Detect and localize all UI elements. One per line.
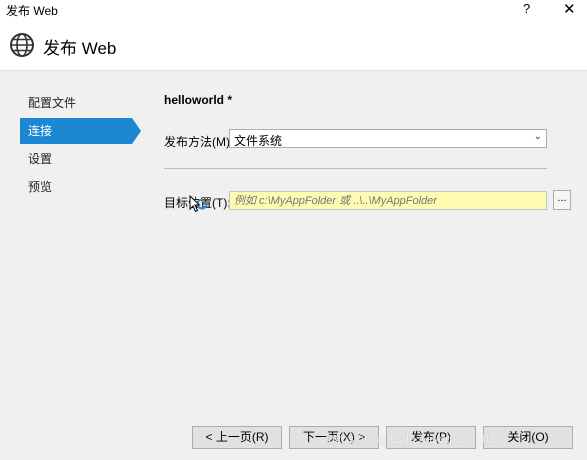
globe-icon [9, 32, 35, 61]
nav-item-profile[interactable]: 配置文件 [20, 90, 132, 116]
next-button[interactable]: 下一页(X) > [289, 426, 379, 449]
section-divider [164, 168, 547, 169]
nav-item-settings[interactable]: 设置 [20, 146, 132, 172]
project-name: helloworld * [164, 93, 233, 107]
publish-method-value: 文件系统 [234, 134, 283, 148]
publish-method-label: 发布方法(M): [164, 135, 234, 149]
title-bar: 发布 Web ? ✕ [0, 0, 587, 20]
help-button[interactable]: ? [523, 1, 530, 16]
dialog-title: 发布 Web [43, 39, 117, 58]
window-title: 发布 Web [6, 4, 58, 18]
chevron-down-icon: ⌄ [533, 131, 542, 142]
publish-button[interactable]: 发布(P) [386, 426, 476, 449]
wizard-nav: 配置文件 连接 设置 预览 [20, 90, 141, 202]
mouse-pointer-icon [189, 194, 201, 216]
nav-item-preview[interactable]: 预览 [20, 174, 132, 200]
close-button[interactable]: 关闭(O) [483, 426, 573, 449]
previous-button[interactable]: < 上一页(R) [192, 426, 282, 449]
nav-item-connection[interactable]: 连接 [20, 118, 141, 144]
dialog-header: 发布 Web [0, 20, 587, 71]
browse-button[interactable]: ... [553, 190, 571, 210]
close-window-button[interactable]: ✕ [563, 0, 576, 18]
publish-method-select[interactable]: 文件系统 ⌄ [229, 129, 547, 148]
target-location-input[interactable] [229, 191, 547, 210]
